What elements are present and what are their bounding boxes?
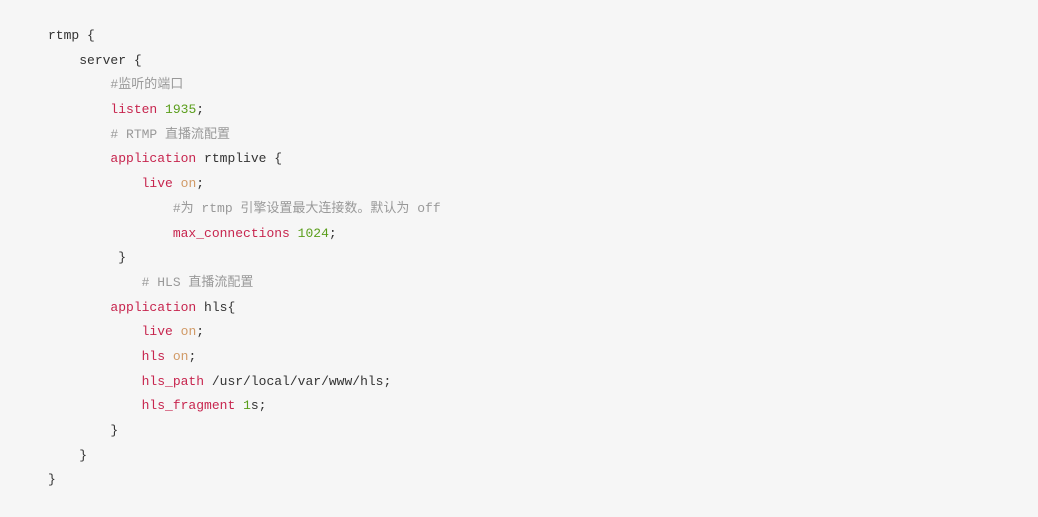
token-keyword: application (110, 151, 196, 166)
code-line: application hls{ (48, 296, 990, 321)
code-line: #监听的端口 (48, 73, 990, 98)
token-plain: server (79, 53, 134, 68)
token-number: 1024 (298, 226, 329, 241)
token-brace: { (274, 151, 282, 166)
token-number: 1935 (165, 102, 196, 117)
token-comment: #监听的端口 (110, 77, 183, 92)
indent (48, 374, 142, 389)
code-line: } (48, 468, 990, 493)
code-line: rtmp { (48, 24, 990, 49)
token-plain: ; (329, 226, 337, 241)
indent (48, 151, 110, 166)
token-plain: rtmplive (196, 151, 274, 166)
indent (48, 423, 110, 438)
token-brace: } (48, 472, 56, 487)
token-keyword: application (110, 300, 196, 315)
code-line: server { (48, 49, 990, 74)
indent (48, 324, 142, 339)
indent (48, 250, 110, 265)
token-comment: #为 rtmp 引擎设置最大连接数。默认为 off (173, 201, 441, 216)
code-line: live on; (48, 172, 990, 197)
code-line: #为 rtmp 引擎设置最大连接数。默认为 off (48, 197, 990, 222)
token-keyword: max_connections (173, 226, 290, 241)
token-keyword: hls_fragment (142, 398, 236, 413)
indent (48, 201, 173, 216)
token-plain: s; (251, 398, 267, 413)
token-plain (157, 102, 165, 117)
token-value: on (173, 349, 189, 364)
token-brace: { (134, 53, 142, 68)
token-value: on (181, 324, 197, 339)
token-brace: } (79, 448, 87, 463)
code-line: hls_path /usr/local/var/www/hls; (48, 370, 990, 395)
token-plain: /usr/local/var/www/hls; (204, 374, 391, 389)
token-value: on (181, 176, 197, 191)
token-plain (235, 398, 243, 413)
indent (48, 127, 110, 142)
token-plain (173, 324, 181, 339)
indent (48, 448, 79, 463)
token-comment: # RTMP 直播流配置 (110, 127, 230, 142)
indent (48, 176, 142, 191)
code-line: # HLS 直播流配置 (48, 271, 990, 296)
token-keyword: hls_path (142, 374, 204, 389)
token-plain: ; (196, 324, 204, 339)
indent (48, 300, 110, 315)
token-plain: hls (196, 300, 227, 315)
indent (48, 349, 142, 364)
code-block: rtmp { server { #监听的端口 listen 1935; # RT… (48, 24, 990, 493)
code-line: # RTMP 直播流配置 (48, 123, 990, 148)
token-brace: { (87, 28, 95, 43)
indent (48, 53, 79, 68)
indent (48, 102, 110, 117)
token-brace: } (118, 250, 126, 265)
token-plain: rtmp (48, 28, 87, 43)
token-plain (165, 349, 173, 364)
indent (48, 77, 110, 92)
token-number: 1 (243, 398, 251, 413)
code-line: live on; (48, 320, 990, 345)
token-brace: } (110, 423, 118, 438)
code-line: hls_fragment 1s; (48, 394, 990, 419)
token-keyword: live (142, 324, 173, 339)
token-plain: ; (196, 176, 204, 191)
token-keyword: listen (110, 102, 157, 117)
code-line: hls on; (48, 345, 990, 370)
token-comment: # HLS 直播流配置 (142, 275, 254, 290)
token-plain: ; (188, 349, 196, 364)
token-keyword: hls (142, 349, 165, 364)
code-line: max_connections 1024; (48, 222, 990, 247)
code-line: } (48, 444, 990, 469)
indent (48, 275, 142, 290)
code-line: application rtmplive { (48, 147, 990, 172)
token-brace: { (227, 300, 235, 315)
indent (48, 226, 173, 241)
token-plain (290, 226, 298, 241)
code-line: } (48, 246, 990, 271)
indent (48, 398, 142, 413)
token-plain: ; (196, 102, 204, 117)
code-line: listen 1935; (48, 98, 990, 123)
token-keyword: live (142, 176, 173, 191)
token-plain (173, 176, 181, 191)
code-line: } (48, 419, 990, 444)
